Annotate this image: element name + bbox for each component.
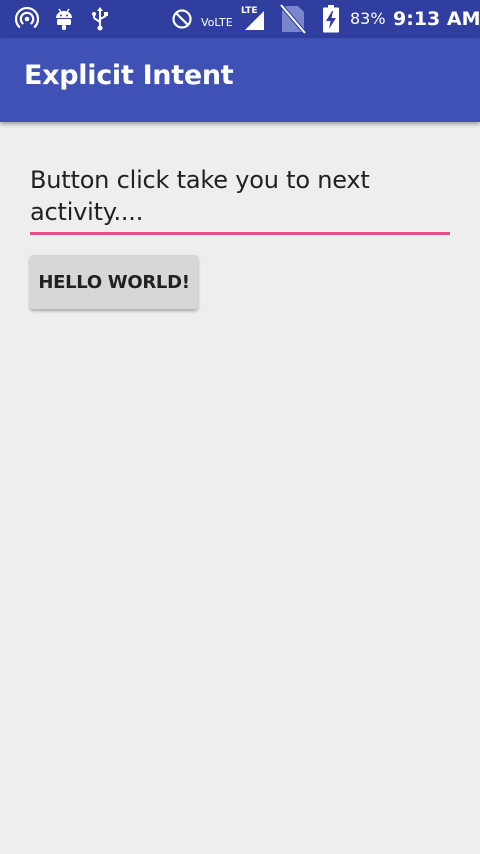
usb-icon — [88, 0, 112, 38]
android-debug-icon — [52, 0, 76, 38]
volte-label: VoLTE — [201, 16, 233, 29]
status-bar: VoLTE LTE 83% 9:13 AM — [0, 0, 480, 38]
signal-icon — [240, 0, 266, 38]
app-title: Explicit Intent — [24, 60, 234, 91]
hotspot-icon — [14, 0, 40, 38]
hello-world-button[interactable]: Hello World! — [30, 255, 198, 309]
no-sim-icon — [278, 0, 308, 38]
clock: 9:13 AM — [393, 8, 480, 30]
message-edit-text[interactable]: Button click take you to next activity..… — [30, 164, 450, 235]
do-not-disturb-icon — [170, 0, 194, 38]
battery-percent: 83% — [350, 9, 386, 28]
app-bar: Explicit Intent — [0, 38, 480, 122]
battery-charging-icon — [320, 0, 342, 38]
